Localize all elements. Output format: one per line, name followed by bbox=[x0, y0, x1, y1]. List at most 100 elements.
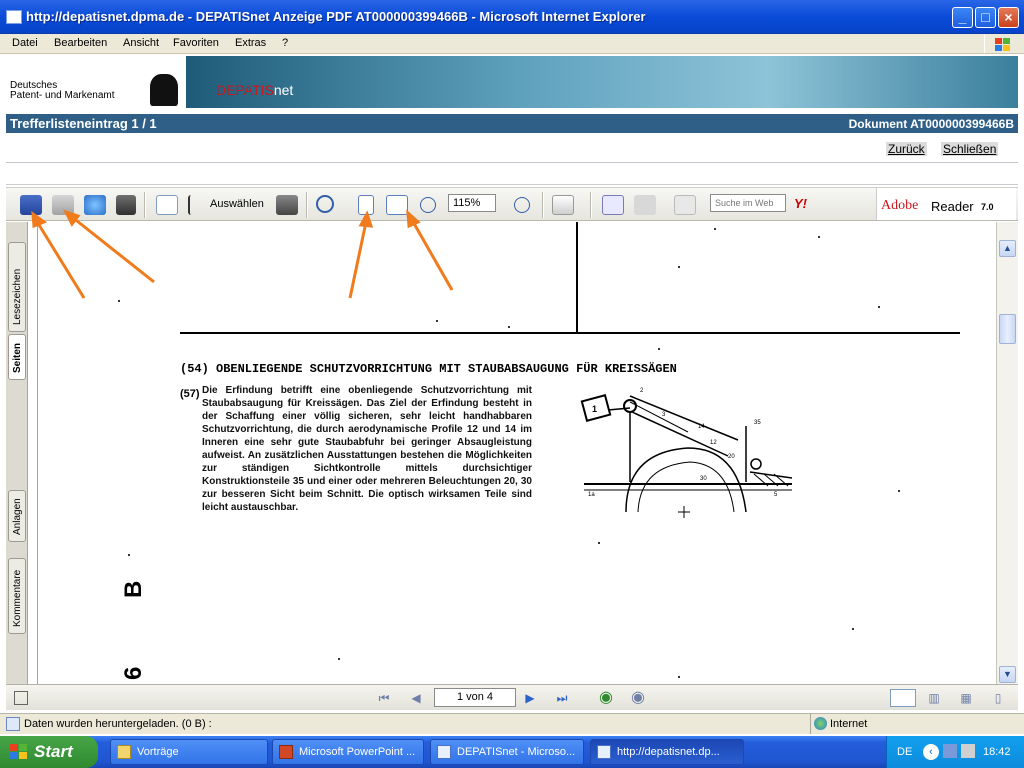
powerpoint-icon bbox=[279, 745, 293, 759]
figure-label: 20 bbox=[728, 454, 735, 460]
yahoo-search-icon[interactable]: Y! bbox=[794, 196, 807, 211]
ie-icon bbox=[597, 745, 611, 759]
toolbar-separator bbox=[144, 192, 146, 218]
volume-tray-icon[interactable] bbox=[961, 744, 975, 758]
maximize-button[interactable]: □ bbox=[975, 7, 996, 28]
close-button[interactable]: × bbox=[998, 7, 1019, 28]
pdf-document-view[interactable]: (54) OBENLIEGENDE SCHUTZVORRICHTUNG MIT … bbox=[38, 222, 996, 684]
previous-view-icon[interactable]: ◉ bbox=[596, 689, 616, 707]
zoom-level-field[interactable]: 115% bbox=[448, 194, 496, 212]
form-vertical-rule bbox=[576, 222, 578, 334]
save-icon[interactable] bbox=[20, 195, 42, 215]
page-navigation-bar: ⏮ ◀ 1 von 4 ▶ ⏭ ◉ ◉ ▥ ▦ ▯ bbox=[6, 684, 1018, 710]
taskbar-item-powerpoint[interactable]: Microsoft PowerPoint ... bbox=[272, 739, 424, 765]
single-page-view-icon[interactable] bbox=[890, 689, 916, 707]
select-tool-label[interactable]: Auswählen bbox=[210, 198, 264, 210]
snapshot-icon[interactable] bbox=[276, 195, 298, 215]
zoom-dropdown-icon[interactable] bbox=[498, 195, 506, 215]
tray-expand-icon[interactable]: ‹ bbox=[923, 744, 939, 760]
tab-attachments[interactable]: Anlagen bbox=[8, 490, 26, 542]
toolbar-separator bbox=[590, 192, 592, 218]
chevron-down-icon[interactable] bbox=[340, 195, 348, 215]
close-link[interactable]: Schließen bbox=[941, 142, 999, 156]
window-title-bar[interactable]: http://depatisnet.dpma.de - DEPATISnet A… bbox=[0, 0, 1024, 34]
taskbar-item-label: http://depatisnet.dp... bbox=[617, 746, 720, 758]
back-link[interactable]: Zurück bbox=[886, 142, 927, 156]
text-select-icon[interactable] bbox=[188, 195, 198, 215]
zoom-in-tool-icon[interactable] bbox=[316, 195, 334, 213]
patent-drawing: 1 2 3 14 12 20 30 35 1a 5 bbox=[580, 388, 793, 518]
tab-pages-label: Seiten bbox=[12, 342, 23, 373]
copy-icon[interactable] bbox=[674, 195, 696, 215]
taskbar-item-label: Microsoft PowerPoint ... bbox=[299, 746, 416, 758]
menu-ansicht[interactable]: Ansicht bbox=[123, 37, 159, 49]
previous-page-icon[interactable]: ◀ bbox=[406, 689, 426, 707]
minimize-button[interactable]: _ bbox=[952, 7, 973, 28]
language-indicator[interactable]: DE bbox=[897, 746, 912, 758]
result-entry-label: Trefferlisteneintrag 1 / 1 bbox=[10, 116, 157, 131]
continuous-view-icon[interactable]: ▥ bbox=[924, 689, 944, 707]
taskbar-item-depatisnet[interactable]: DEPATISnet - Microso... bbox=[430, 739, 584, 765]
page-options-icon[interactable] bbox=[14, 691, 28, 705]
menu-extras[interactable]: Extras bbox=[235, 37, 266, 49]
fit-page-icon[interactable] bbox=[358, 195, 374, 215]
brand-part-2: net bbox=[273, 82, 294, 98]
zoom-in-icon[interactable] bbox=[514, 197, 530, 213]
figure-label: 5 bbox=[774, 492, 778, 498]
hand-tool-icon[interactable] bbox=[156, 195, 178, 215]
facing-view-icon[interactable]: ▦ bbox=[956, 689, 976, 707]
fit-width-icon[interactable] bbox=[386, 195, 408, 215]
abstract-number: (57) bbox=[180, 388, 200, 400]
pdf-toolbar: Auswählen 115% Suche im Web Y! Adobe Rea… bbox=[6, 187, 1018, 221]
print-icon[interactable] bbox=[52, 195, 74, 215]
security-zone-label: Internet bbox=[830, 718, 868, 730]
menu-favoriten[interactable]: Favoriten bbox=[173, 37, 219, 49]
spellcheck-icon[interactable] bbox=[602, 195, 624, 215]
tab-comments[interactable]: Kommentare bbox=[8, 558, 26, 634]
first-page-icon[interactable]: ⏮ bbox=[374, 689, 394, 707]
panel-splitter[interactable] bbox=[28, 222, 38, 684]
scan-speck bbox=[852, 628, 854, 630]
start-button[interactable]: Start bbox=[0, 736, 98, 768]
page-number-field[interactable]: 1 von 4 bbox=[434, 688, 516, 707]
web-search-input[interactable]: Suche im Web bbox=[710, 194, 786, 212]
menu-datei[interactable]: Datei bbox=[12, 37, 38, 49]
email-icon[interactable] bbox=[84, 195, 106, 215]
zoom-out-icon[interactable] bbox=[420, 197, 436, 213]
org-line-2: Patent- und Markenamt bbox=[10, 90, 115, 101]
form-horizontal-rule bbox=[180, 332, 960, 334]
scan-speck bbox=[118, 300, 120, 302]
next-view-icon[interactable]: ◉ bbox=[628, 689, 648, 707]
scan-speck bbox=[338, 658, 340, 660]
last-page-icon[interactable]: ⏭ bbox=[552, 689, 572, 707]
taskbar-item-label: Vorträge bbox=[137, 746, 179, 758]
network-tray-icon[interactable] bbox=[943, 744, 957, 758]
menu-help[interactable]: ? bbox=[282, 37, 288, 49]
scroll-thumb[interactable] bbox=[999, 314, 1016, 344]
menu-bar: Datei Bearbeiten Ansicht Favoriten Extra… bbox=[0, 34, 1024, 54]
continuous-facing-view-icon[interactable]: ▯ bbox=[988, 689, 1008, 707]
depatisnet-logo[interactable]: DEPATISnet bbox=[216, 82, 293, 98]
find-binoculars-icon[interactable] bbox=[116, 195, 136, 215]
undo-icon[interactable] bbox=[634, 195, 656, 215]
taskbar-item-vortraege[interactable]: Vorträge bbox=[110, 739, 268, 765]
taskbar-item-pdf-window[interactable]: http://depatisnet.dp... bbox=[590, 739, 744, 765]
figure-label: 1 bbox=[592, 404, 597, 414]
windows-logo-icon bbox=[984, 35, 1018, 53]
tab-bookmarks[interactable]: Lesezeichen bbox=[8, 242, 26, 332]
tab-comments-label: Kommentare bbox=[12, 569, 23, 627]
document-number-digit: 6 bbox=[120, 666, 147, 680]
scan-speck bbox=[898, 490, 900, 492]
document-scrollbar[interactable]: ▲ ▼ bbox=[996, 222, 1018, 684]
adobe-reader-logo: Adobe Reader 7.0 bbox=[876, 188, 1016, 220]
next-page-icon[interactable]: ▶ bbox=[520, 689, 540, 707]
menu-bearbeiten[interactable]: Bearbeiten bbox=[54, 37, 107, 49]
system-clock[interactable]: 18:42 bbox=[983, 746, 1011, 758]
adobe-brand: Adobe bbox=[881, 198, 919, 213]
rotate-view-icon[interactable] bbox=[552, 195, 574, 215]
scroll-up-button[interactable]: ▲ bbox=[999, 240, 1016, 257]
document-title: (54) OBENLIEGENDE SCHUTZVORRICHTUNG MIT … bbox=[180, 362, 677, 376]
scan-speck bbox=[678, 266, 680, 268]
tab-pages[interactable]: Seiten bbox=[8, 334, 26, 380]
scroll-down-button[interactable]: ▼ bbox=[999, 666, 1016, 683]
